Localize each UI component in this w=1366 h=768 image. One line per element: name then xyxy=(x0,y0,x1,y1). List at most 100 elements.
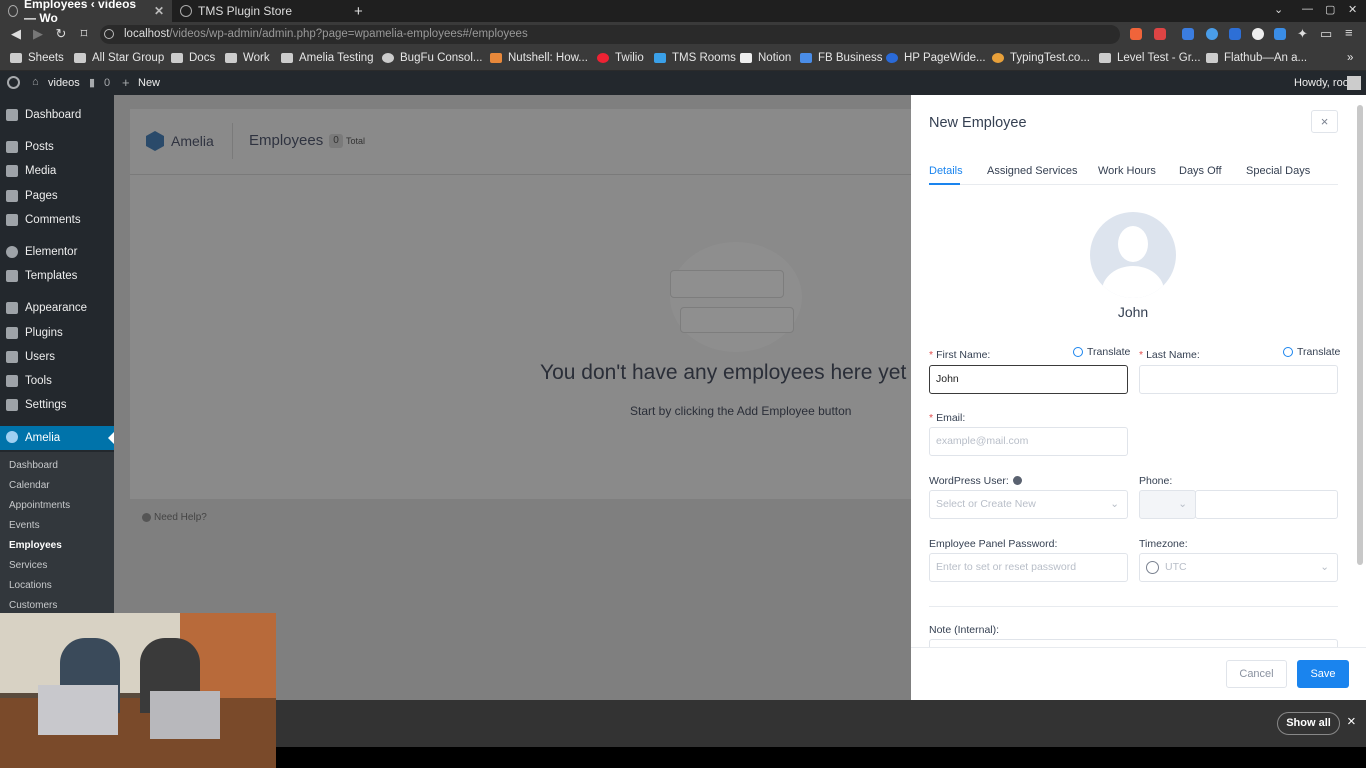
submenu-customers[interactable]: Customers xyxy=(9,600,57,611)
bookmark-link[interactable]: Notion xyxy=(740,52,791,64)
more-bookmarks-icon[interactable]: » xyxy=(1347,52,1353,64)
submenu-services[interactable]: Services xyxy=(9,560,47,571)
sidebar-item-settings[interactable]: Settings xyxy=(0,394,114,416)
sidebar-item-amelia[interactable]: Amelia xyxy=(0,426,114,450)
password-input[interactable]: Enter to set or reset password xyxy=(929,553,1128,582)
timezone-select[interactable]: UTC ⌄ xyxy=(1139,553,1338,582)
elementor-icon xyxy=(6,246,18,258)
submenu-employees[interactable]: Employees xyxy=(9,540,62,551)
new-tab-button[interactable]: + xyxy=(346,0,371,22)
tab-tms-plugin-store[interactable]: TMS Plugin Store xyxy=(172,0,344,22)
cancel-button[interactable]: Cancel xyxy=(1226,660,1287,688)
extension-icon[interactable] xyxy=(1252,28,1264,40)
scrollbar[interactable] xyxy=(1357,105,1363,565)
phone-country-select[interactable]: ⌄ xyxy=(1139,490,1196,519)
bookmark-folder[interactable]: Work xyxy=(225,52,270,64)
sidebar-item-dashboard[interactable]: Dashboard xyxy=(0,104,114,126)
tab-special-days[interactable]: Special Days xyxy=(1246,165,1310,177)
close-downloads-button[interactable]: × xyxy=(1347,713,1356,730)
extension-icon[interactable] xyxy=(1206,28,1218,40)
sidebar-item-plugins[interactable]: Plugins xyxy=(0,322,114,344)
help-icon[interactable] xyxy=(1012,476,1022,485)
bookmark-folder[interactable]: Docs xyxy=(171,52,215,64)
tab-list-icon[interactable]: ⌄ xyxy=(1274,3,1283,16)
count-label: Total xyxy=(346,136,366,146)
minimize-icon[interactable]: — xyxy=(1302,3,1313,15)
bookmark-link[interactable]: Nutshell: How... xyxy=(490,52,588,64)
submenu-dashboard[interactable]: Dashboard xyxy=(9,460,58,471)
address-bar[interactable]: localhost/videos/wp-admin/admin.php?page… xyxy=(100,25,1120,44)
extension-icon[interactable] xyxy=(1274,28,1286,40)
tab-details[interactable]: Details xyxy=(929,165,963,177)
brave-rewards-icon[interactable] xyxy=(1154,28,1166,40)
wordpress-user-select[interactable]: Select or Create New ⌄ xyxy=(929,490,1128,519)
bookmark-link[interactable]: Flathub—An a... xyxy=(1206,52,1307,64)
bookmark-icon[interactable]: ⌑ xyxy=(76,26,92,42)
first-name-translate[interactable]: Translate xyxy=(1073,346,1130,358)
sidebar-item-appearance[interactable]: Appearance xyxy=(0,297,114,319)
tab-employees[interactable]: Employees ‹ videos — Wo ✕ xyxy=(0,0,172,25)
translate-extension-icon[interactable] xyxy=(1229,28,1241,40)
sidebar-item-users[interactable]: Users xyxy=(0,346,114,368)
avatar[interactable] xyxy=(1347,76,1361,90)
extensions-puzzle-icon[interactable]: ✦ xyxy=(1297,26,1308,42)
sidebar-item-templates[interactable]: Templates xyxy=(0,265,114,287)
tab-days-off[interactable]: Days Off xyxy=(1179,165,1222,177)
submenu-events[interactable]: Events xyxy=(9,520,40,531)
url-path: /videos/wp-admin/admin.php?page=wpamelia… xyxy=(169,28,528,40)
last-name-translate[interactable]: Translate xyxy=(1283,346,1340,358)
show-all-button[interactable]: Show all xyxy=(1277,712,1340,735)
bookmark-link[interactable]: Twilio xyxy=(597,52,644,64)
need-help-link[interactable]: Need Help? xyxy=(142,512,207,523)
new-content-link[interactable]: New xyxy=(138,77,160,89)
tab-work-hours[interactable]: Work Hours xyxy=(1098,165,1156,177)
typingtest-icon xyxy=(992,53,1004,63)
avatar-body xyxy=(1102,266,1164,298)
bookmark-link[interactable]: BugFu Consol... xyxy=(382,52,482,64)
tab-assigned-services[interactable]: Assigned Services xyxy=(987,165,1078,177)
phone-input[interactable] xyxy=(1195,490,1338,519)
close-panel-button[interactable]: × xyxy=(1311,110,1338,133)
reload-icon[interactable]: ↻ xyxy=(53,26,69,42)
site-name-link[interactable]: videos xyxy=(48,77,80,89)
bookmark-link[interactable]: FB Business xyxy=(800,52,883,64)
extension-icon[interactable] xyxy=(1182,28,1194,40)
site-info-icon[interactable] xyxy=(104,29,114,39)
bookmark-link[interactable]: TMS Rooms xyxy=(654,52,736,64)
back-icon[interactable]: ◀ xyxy=(8,26,24,42)
sidebar-item-media[interactable]: Media xyxy=(0,160,114,182)
sidebar-item-pages[interactable]: Pages xyxy=(0,185,114,207)
sidebar-item-comments[interactable]: Comments xyxy=(0,209,114,231)
wordpress-logo-icon[interactable] xyxy=(7,76,20,89)
bookmark-folder[interactable]: All Star Group xyxy=(74,52,164,64)
employee-display-name: John xyxy=(1117,304,1149,320)
email-input[interactable]: example@mail.com xyxy=(929,427,1128,456)
bookmark-link[interactable]: HP PageWide... xyxy=(886,52,986,64)
first-name-input[interactable]: John xyxy=(929,365,1128,394)
howdy-user-link[interactable]: Howdy, root xyxy=(1294,77,1352,89)
avatar[interactable] xyxy=(1090,212,1176,298)
window-close-icon[interactable]: ✕ xyxy=(1348,3,1357,16)
save-button[interactable]: Save xyxy=(1297,660,1349,688)
webcam-video xyxy=(0,613,276,768)
submenu-appointments[interactable]: Appointments xyxy=(9,500,70,511)
bookmark-folder[interactable]: Amelia Testing xyxy=(281,52,374,64)
submenu-calendar[interactable]: Calendar xyxy=(9,480,50,491)
email-label: * Email: xyxy=(929,412,966,424)
close-icon[interactable]: ✕ xyxy=(154,4,164,18)
bookmark-link[interactable]: Level Test - Gr... xyxy=(1099,52,1201,64)
wallet-icon[interactable]: ▭ xyxy=(1320,26,1332,42)
maximize-icon[interactable]: ▢ xyxy=(1325,3,1335,16)
comments-icon[interactable]: ▮ xyxy=(89,76,95,89)
last-name-input[interactable] xyxy=(1139,365,1338,394)
note-textarea[interactable] xyxy=(929,639,1338,647)
sidebar-item-tools[interactable]: Tools xyxy=(0,370,114,392)
sidebar-item-posts[interactable]: Posts xyxy=(0,136,114,158)
sidebar-item-elementor[interactable]: Elementor xyxy=(0,241,114,263)
submenu-locations[interactable]: Locations xyxy=(9,580,52,591)
bookmark-sheets[interactable]: Sheets xyxy=(10,52,64,64)
brave-shield-icon[interactable] xyxy=(1130,28,1142,40)
browser-menu-icon[interactable]: ≡ xyxy=(1345,25,1353,40)
forward-icon[interactable]: ▶ xyxy=(30,26,46,42)
bookmark-link[interactable]: TypingTest.co... xyxy=(992,52,1090,64)
